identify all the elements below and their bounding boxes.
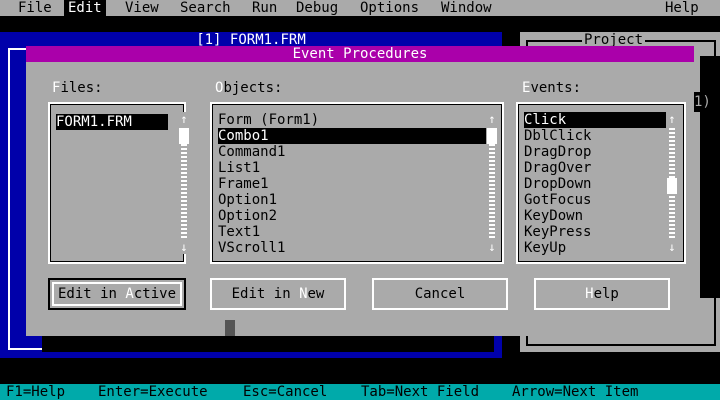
events-label-text: vents:	[530, 80, 582, 96]
events-list-item[interactable]: DblClick	[524, 128, 591, 144]
menu-edit[interactable]: Edit	[64, 0, 106, 16]
status-enter-execute: Enter=Execute	[98, 384, 208, 400]
files-label-text: iles:	[60, 80, 103, 96]
scroll-down-icon[interactable]: ↓	[178, 240, 190, 254]
objects-list-item[interactable]: Form (Form1)	[218, 112, 319, 128]
objects-scroll-thumb[interactable]	[487, 128, 497, 144]
scroll-down-icon[interactable]: ↓	[486, 240, 498, 254]
project-list-area	[700, 56, 720, 92]
menu-window[interactable]: Window	[437, 0, 496, 16]
scroll-up-icon[interactable]: ↑	[178, 112, 190, 126]
scroll-down-icon[interactable]: ↓	[666, 240, 678, 254]
project-partial-text: 1)	[694, 94, 711, 110]
events-list-item[interactable]: Click	[524, 112, 668, 128]
objects-label-text: bjects:	[223, 80, 283, 96]
text-cursor	[225, 320, 235, 336]
objects-list-item[interactable]: Combo1	[218, 128, 486, 144]
menu-bar: File Edit View Search Run Debug Options …	[0, 0, 720, 16]
status-f1-help: F1=Help	[6, 384, 66, 400]
events-list-item[interactable]: KeyUp	[524, 240, 566, 256]
status-esc-cancel: Esc=Cancel	[243, 384, 328, 400]
edit-in-new-text-end: ew	[307, 286, 325, 302]
events-scroll-thumb[interactable]	[667, 178, 677, 194]
edit-in-active-text-end: ctive	[133, 286, 177, 302]
menu-options[interactable]: Options	[356, 0, 423, 16]
objects-listbox[interactable]: Form (Form1) Combo1 Command1 List1 Frame…	[210, 102, 504, 264]
menu-debug[interactable]: Debug	[292, 0, 342, 16]
edit-in-new-button[interactable]: Edit in New	[210, 278, 346, 310]
objects-list-item[interactable]: Frame1	[218, 176, 269, 192]
objects-list-item[interactable]: Option2	[218, 208, 277, 224]
edit-in-active-text: Edit in	[57, 286, 126, 302]
help-button[interactable]: Help	[534, 278, 670, 310]
events-list-item[interactable]: DragDrop	[524, 144, 591, 160]
menu-run[interactable]: Run	[248, 0, 281, 16]
objects-list-item[interactable]: Text1	[218, 224, 260, 240]
files-label: Files:	[52, 80, 103, 96]
events-listbox[interactable]: Click DblClick DragDrop DragOver DropDow…	[516, 102, 686, 264]
events-label: Events:	[522, 80, 581, 96]
objects-list-item[interactable]: Command1	[218, 144, 285, 160]
scroll-up-icon[interactable]: ↑	[486, 112, 498, 126]
objects-list-item[interactable]: List1	[218, 160, 260, 176]
status-tab-next-field: Tab=Next Field	[361, 384, 480, 400]
files-list-item[interactable]: FORM1.FRM	[56, 114, 168, 130]
scroll-up-icon[interactable]: ↑	[666, 112, 678, 126]
events-scrollbar[interactable]: ↑ ↓	[666, 112, 678, 254]
events-list-item[interactable]: KeyPress	[524, 224, 591, 240]
edit-in-new-hotkey: N	[299, 286, 308, 302]
objects-list-item[interactable]: VScroll1	[218, 240, 285, 256]
status-arrow-next-item: Arrow=Next Item	[512, 384, 639, 400]
dialog-title: Event Procedures	[26, 46, 694, 62]
files-scrollbar[interactable]: ↑ ↓	[178, 112, 190, 254]
menu-search[interactable]: Search	[176, 0, 235, 16]
project-list-area-lower	[700, 112, 720, 298]
events-list-item[interactable]: KeyDown	[524, 208, 583, 224]
files-scroll-thumb[interactable]	[179, 128, 189, 144]
help-button-text: elp	[593, 286, 619, 302]
events-list-item[interactable]: DragOver	[524, 160, 591, 176]
form-window-bottom	[42, 334, 494, 352]
menu-file[interactable]: File	[14, 0, 56, 16]
edit-in-active-button[interactable]: Edit in Active	[48, 278, 186, 310]
objects-scrollbar[interactable]: ↑ ↓	[486, 112, 498, 254]
events-list-item[interactable]: DropDown	[524, 176, 591, 192]
cancel-button[interactable]: Cancel	[372, 278, 508, 310]
objects-label: Objects:	[215, 80, 282, 96]
edit-in-active-hotkey: A	[125, 286, 134, 302]
menu-help[interactable]: Help	[661, 0, 703, 16]
menu-view[interactable]: View	[121, 0, 163, 16]
objects-list-item[interactable]: Option1	[218, 192, 277, 208]
help-hotkey: H	[585, 286, 594, 302]
events-list-item[interactable]: GotFocus	[524, 192, 591, 208]
files-listbox[interactable]: FORM1.FRM ↑ ↓	[48, 102, 190, 264]
edit-in-new-text: Edit in	[231, 286, 300, 302]
